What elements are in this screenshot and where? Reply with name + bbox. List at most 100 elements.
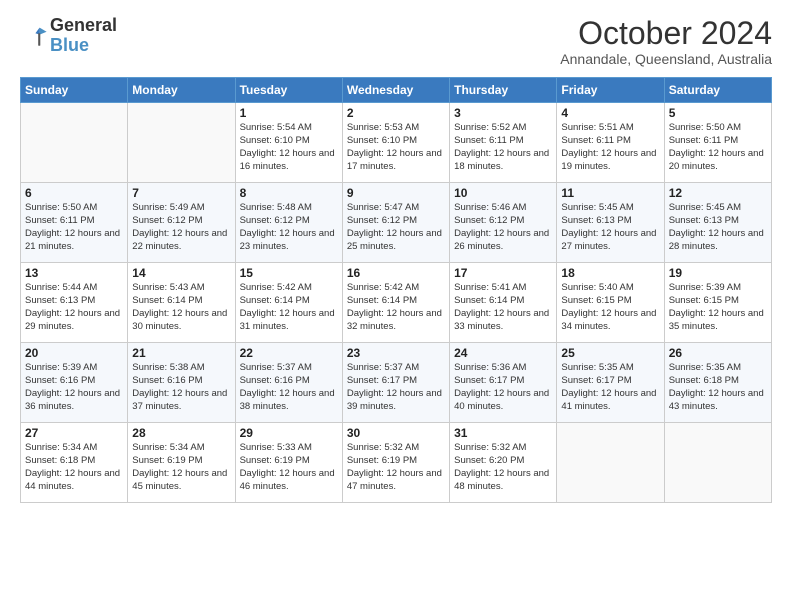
day-number: 21 — [132, 346, 230, 360]
month-title: October 2024 — [560, 16, 772, 51]
title-block: October 2024 Annandale, Queensland, Aust… — [560, 16, 772, 67]
day-number: 19 — [669, 266, 767, 280]
day-cell: 26 Sunrise: 5:35 AM Sunset: 6:18 PM Dayli… — [664, 343, 771, 423]
day-number: 22 — [240, 346, 338, 360]
week-row-4: 20 Sunrise: 5:39 AM Sunset: 6:16 PM Dayli… — [21, 343, 772, 423]
day-number: 8 — [240, 186, 338, 200]
day-info: Sunrise: 5:34 AM Sunset: 6:18 PM Dayligh… — [25, 442, 123, 493]
day-number: 6 — [25, 186, 123, 200]
day-cell: 18 Sunrise: 5:40 AM Sunset: 6:15 PM Dayli… — [557, 263, 664, 343]
header: General Blue October 2024 Annandale, Que… — [20, 16, 772, 67]
day-cell: 19 Sunrise: 5:39 AM Sunset: 6:15 PM Dayli… — [664, 263, 771, 343]
day-number: 2 — [347, 106, 445, 120]
day-info: Sunrise: 5:49 AM Sunset: 6:12 PM Dayligh… — [132, 202, 230, 253]
day-info: Sunrise: 5:46 AM Sunset: 6:12 PM Dayligh… — [454, 202, 552, 253]
logo-icon — [20, 22, 48, 50]
day-number: 3 — [454, 106, 552, 120]
day-number: 31 — [454, 426, 552, 440]
day-cell — [557, 423, 664, 503]
day-info: Sunrise: 5:39 AM Sunset: 6:15 PM Dayligh… — [669, 282, 767, 333]
week-row-3: 13 Sunrise: 5:44 AM Sunset: 6:13 PM Dayli… — [21, 263, 772, 343]
day-info: Sunrise: 5:44 AM Sunset: 6:13 PM Dayligh… — [25, 282, 123, 333]
day-number: 29 — [240, 426, 338, 440]
day-cell: 31 Sunrise: 5:32 AM Sunset: 6:20 PM Dayli… — [450, 423, 557, 503]
day-info: Sunrise: 5:43 AM Sunset: 6:14 PM Dayligh… — [132, 282, 230, 333]
day-info: Sunrise: 5:45 AM Sunset: 6:13 PM Dayligh… — [561, 202, 659, 253]
day-info: Sunrise: 5:51 AM Sunset: 6:11 PM Dayligh… — [561, 122, 659, 173]
weekday-header-row: SundayMondayTuesdayWednesdayThursdayFrid… — [21, 78, 772, 103]
day-info: Sunrise: 5:48 AM Sunset: 6:12 PM Dayligh… — [240, 202, 338, 253]
day-number: 11 — [561, 186, 659, 200]
weekday-header-tuesday: Tuesday — [235, 78, 342, 103]
weekday-header-monday: Monday — [128, 78, 235, 103]
week-row-2: 6 Sunrise: 5:50 AM Sunset: 6:11 PM Daylig… — [21, 183, 772, 263]
day-cell: 25Sunrise: 5:35 AM Sunset: 6:17 PM Dayli… — [557, 343, 664, 423]
weekday-header-wednesday: Wednesday — [342, 78, 449, 103]
day-info: Sunrise: 5:45 AM Sunset: 6:13 PM Dayligh… — [669, 202, 767, 253]
weekday-header-sunday: Sunday — [21, 78, 128, 103]
day-number: 23 — [347, 346, 445, 360]
day-info: Sunrise: 5:32 AM Sunset: 6:20 PM Dayligh… — [454, 442, 552, 493]
logo: General Blue — [20, 16, 117, 56]
day-cell: 15Sunrise: 5:42 AM Sunset: 6:14 PM Dayli… — [235, 263, 342, 343]
calendar: SundayMondayTuesdayWednesdayThursdayFrid… — [20, 77, 772, 503]
day-cell: 14Sunrise: 5:43 AM Sunset: 6:14 PM Dayli… — [128, 263, 235, 343]
day-cell: 27 Sunrise: 5:34 AM Sunset: 6:18 PM Dayli… — [21, 423, 128, 503]
day-cell: 9Sunrise: 5:47 AM Sunset: 6:12 PM Daylig… — [342, 183, 449, 263]
day-cell: 17 Sunrise: 5:41 AM Sunset: 6:14 PM Dayli… — [450, 263, 557, 343]
day-number: 16 — [347, 266, 445, 280]
day-cell: 16 Sunrise: 5:42 AM Sunset: 6:14 PM Dayli… — [342, 263, 449, 343]
day-number: 9 — [347, 186, 445, 200]
day-info: Sunrise: 5:37 AM Sunset: 6:17 PM Dayligh… — [347, 362, 445, 413]
day-cell — [128, 103, 235, 183]
week-row-5: 27 Sunrise: 5:34 AM Sunset: 6:18 PM Dayli… — [21, 423, 772, 503]
day-cell: 1Sunrise: 5:54 AM Sunset: 6:10 PM Daylig… — [235, 103, 342, 183]
day-info: Sunrise: 5:38 AM Sunset: 6:16 PM Dayligh… — [132, 362, 230, 413]
day-number: 4 — [561, 106, 659, 120]
day-number: 25 — [561, 346, 659, 360]
day-cell: 4 Sunrise: 5:51 AM Sunset: 6:11 PM Daylig… — [557, 103, 664, 183]
day-cell: 28 Sunrise: 5:34 AM Sunset: 6:19 PM Dayli… — [128, 423, 235, 503]
day-cell: 21 Sunrise: 5:38 AM Sunset: 6:16 PM Dayli… — [128, 343, 235, 423]
day-cell — [664, 423, 771, 503]
day-cell: 20 Sunrise: 5:39 AM Sunset: 6:16 PM Dayli… — [21, 343, 128, 423]
day-info: Sunrise: 5:33 AM Sunset: 6:19 PM Dayligh… — [240, 442, 338, 493]
day-cell: 22Sunrise: 5:37 AM Sunset: 6:16 PM Dayli… — [235, 343, 342, 423]
day-number: 20 — [25, 346, 123, 360]
day-info: Sunrise: 5:42 AM Sunset: 6:14 PM Dayligh… — [240, 282, 338, 333]
day-info: Sunrise: 5:39 AM Sunset: 6:16 PM Dayligh… — [25, 362, 123, 413]
day-info: Sunrise: 5:50 AM Sunset: 6:11 PM Dayligh… — [669, 122, 767, 173]
day-cell: 5Sunrise: 5:50 AM Sunset: 6:11 PM Daylig… — [664, 103, 771, 183]
logo-text: General Blue — [50, 16, 117, 56]
day-number: 28 — [132, 426, 230, 440]
day-info: Sunrise: 5:53 AM Sunset: 6:10 PM Dayligh… — [347, 122, 445, 173]
day-cell: 23 Sunrise: 5:37 AM Sunset: 6:17 PM Dayli… — [342, 343, 449, 423]
day-number: 17 — [454, 266, 552, 280]
day-cell: 7Sunrise: 5:49 AM Sunset: 6:12 PM Daylig… — [128, 183, 235, 263]
day-number: 30 — [347, 426, 445, 440]
day-number: 26 — [669, 346, 767, 360]
day-cell: 13 Sunrise: 5:44 AM Sunset: 6:13 PM Dayli… — [21, 263, 128, 343]
day-cell: 8 Sunrise: 5:48 AM Sunset: 6:12 PM Daylig… — [235, 183, 342, 263]
week-row-1: 1Sunrise: 5:54 AM Sunset: 6:10 PM Daylig… — [21, 103, 772, 183]
day-number: 10 — [454, 186, 552, 200]
day-info: Sunrise: 5:42 AM Sunset: 6:14 PM Dayligh… — [347, 282, 445, 333]
day-number: 13 — [25, 266, 123, 280]
day-cell: 29 Sunrise: 5:33 AM Sunset: 6:19 PM Dayli… — [235, 423, 342, 503]
day-cell: 10 Sunrise: 5:46 AM Sunset: 6:12 PM Dayli… — [450, 183, 557, 263]
day-info: Sunrise: 5:35 AM Sunset: 6:18 PM Dayligh… — [669, 362, 767, 413]
day-cell — [21, 103, 128, 183]
day-info: Sunrise: 5:34 AM Sunset: 6:19 PM Dayligh… — [132, 442, 230, 493]
weekday-header-saturday: Saturday — [664, 78, 771, 103]
day-cell: 30Sunrise: 5:32 AM Sunset: 6:19 PM Dayli… — [342, 423, 449, 503]
day-info: Sunrise: 5:36 AM Sunset: 6:17 PM Dayligh… — [454, 362, 552, 413]
day-number: 1 — [240, 106, 338, 120]
day-cell: 12Sunrise: 5:45 AM Sunset: 6:13 PM Dayli… — [664, 183, 771, 263]
day-info: Sunrise: 5:41 AM Sunset: 6:14 PM Dayligh… — [454, 282, 552, 333]
day-info: Sunrise: 5:50 AM Sunset: 6:11 PM Dayligh… — [25, 202, 123, 253]
day-number: 18 — [561, 266, 659, 280]
day-info: Sunrise: 5:40 AM Sunset: 6:15 PM Dayligh… — [561, 282, 659, 333]
day-number: 27 — [25, 426, 123, 440]
day-cell: 24Sunrise: 5:36 AM Sunset: 6:17 PM Dayli… — [450, 343, 557, 423]
page: General Blue October 2024 Annandale, Que… — [0, 0, 792, 612]
